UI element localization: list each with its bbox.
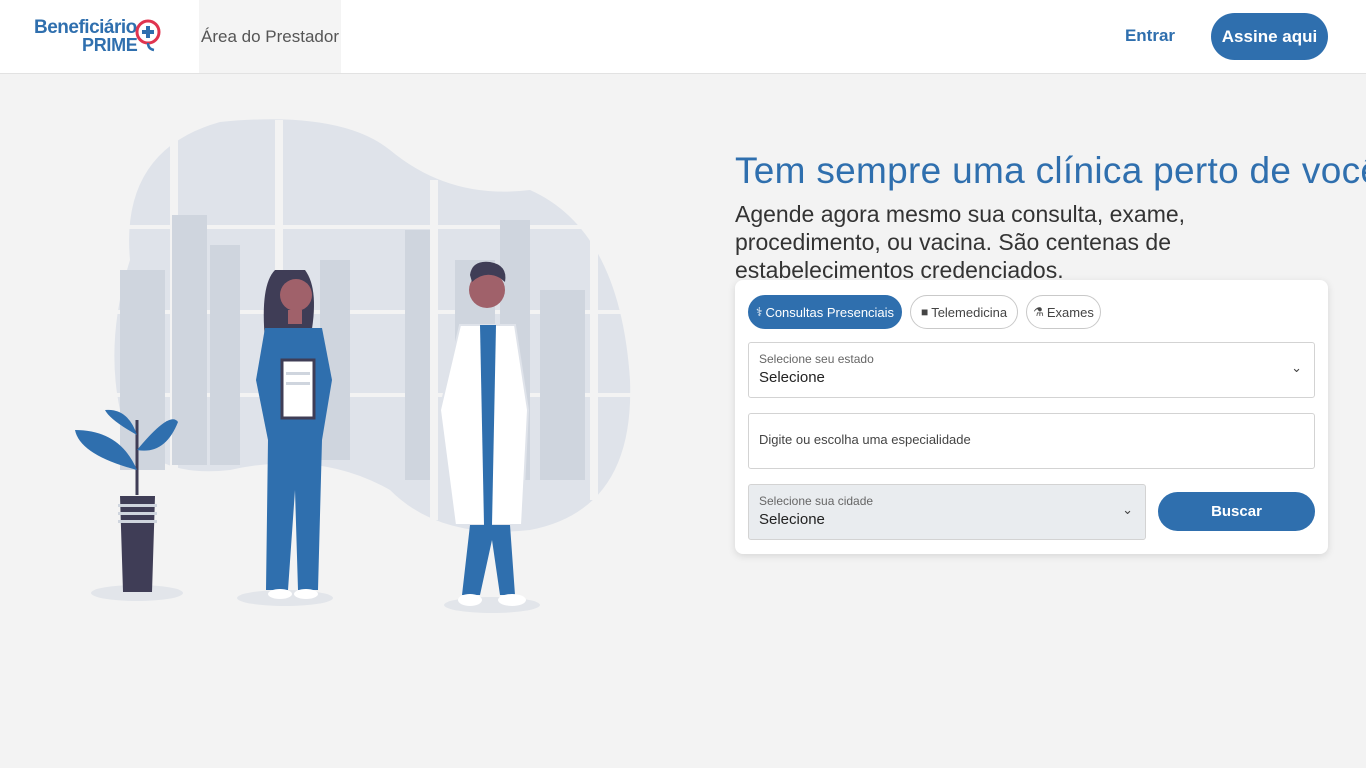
logo-text-bottom: PRIME [82, 35, 138, 55]
estado-label: Selecione seu estado [759, 352, 874, 366]
top-navbar: Beneficiário PRIME Área do Prestador Ent… [0, 0, 1366, 74]
buscar-button[interactable]: Buscar [1158, 492, 1315, 531]
cidade-label: Selecione sua cidade [759, 494, 874, 508]
tab-telemedicina[interactable]: ■ Telemedicina [910, 295, 1018, 329]
chevron-down-icon: ⌄ [1291, 360, 1302, 375]
cidade-select[interactable]: Selecione sua cidade Selecione ⌄ [748, 484, 1146, 540]
beneficiario-prime-logo[interactable]: Beneficiário PRIME [34, 14, 164, 60]
tab-consultas-presenciais[interactable]: ⚕ Consultas Presenciais [748, 295, 902, 329]
tab-label: Telemedicina [931, 304, 1008, 320]
logo-plus-icon [135, 19, 161, 52]
chevron-down-icon: ⌄ [1122, 502, 1133, 517]
microscope-icon: ⚗ [1033, 305, 1044, 319]
estado-value: Selecione [759, 369, 825, 386]
especialidade-placeholder: Digite ou escolha uma especialidade [759, 432, 971, 447]
search-card: ⚕ Consultas Presenciais ■ Telemedicina ⚗… [735, 280, 1328, 554]
tab-label: Consultas Presenciais [765, 304, 895, 320]
tab-exames[interactable]: ⚗ Exames [1026, 295, 1101, 329]
area-prestador-link[interactable]: Área do Prestador [199, 0, 341, 73]
tab-label: Exames [1046, 304, 1094, 320]
cidade-value: Selecione [759, 511, 825, 528]
entrar-link[interactable]: Entrar [1110, 20, 1190, 52]
assine-aqui-button[interactable]: Assine aqui [1211, 13, 1328, 60]
hero-subtitle: Agende agora mesmo sua consulta, exame, … [735, 201, 1186, 283]
doctors-illustration [75, 119, 635, 613]
video-camera-icon: ■ [920, 305, 929, 319]
hero-title: Tem sempre uma clínica perto de você! [735, 150, 1366, 191]
estado-select[interactable]: Selecione seu estado Selecione ⌄ [748, 342, 1315, 398]
stethoscope-icon: ⚕ [755, 305, 763, 319]
especialidade-input[interactable]: Digite ou escolha uma especialidade [748, 413, 1315, 469]
